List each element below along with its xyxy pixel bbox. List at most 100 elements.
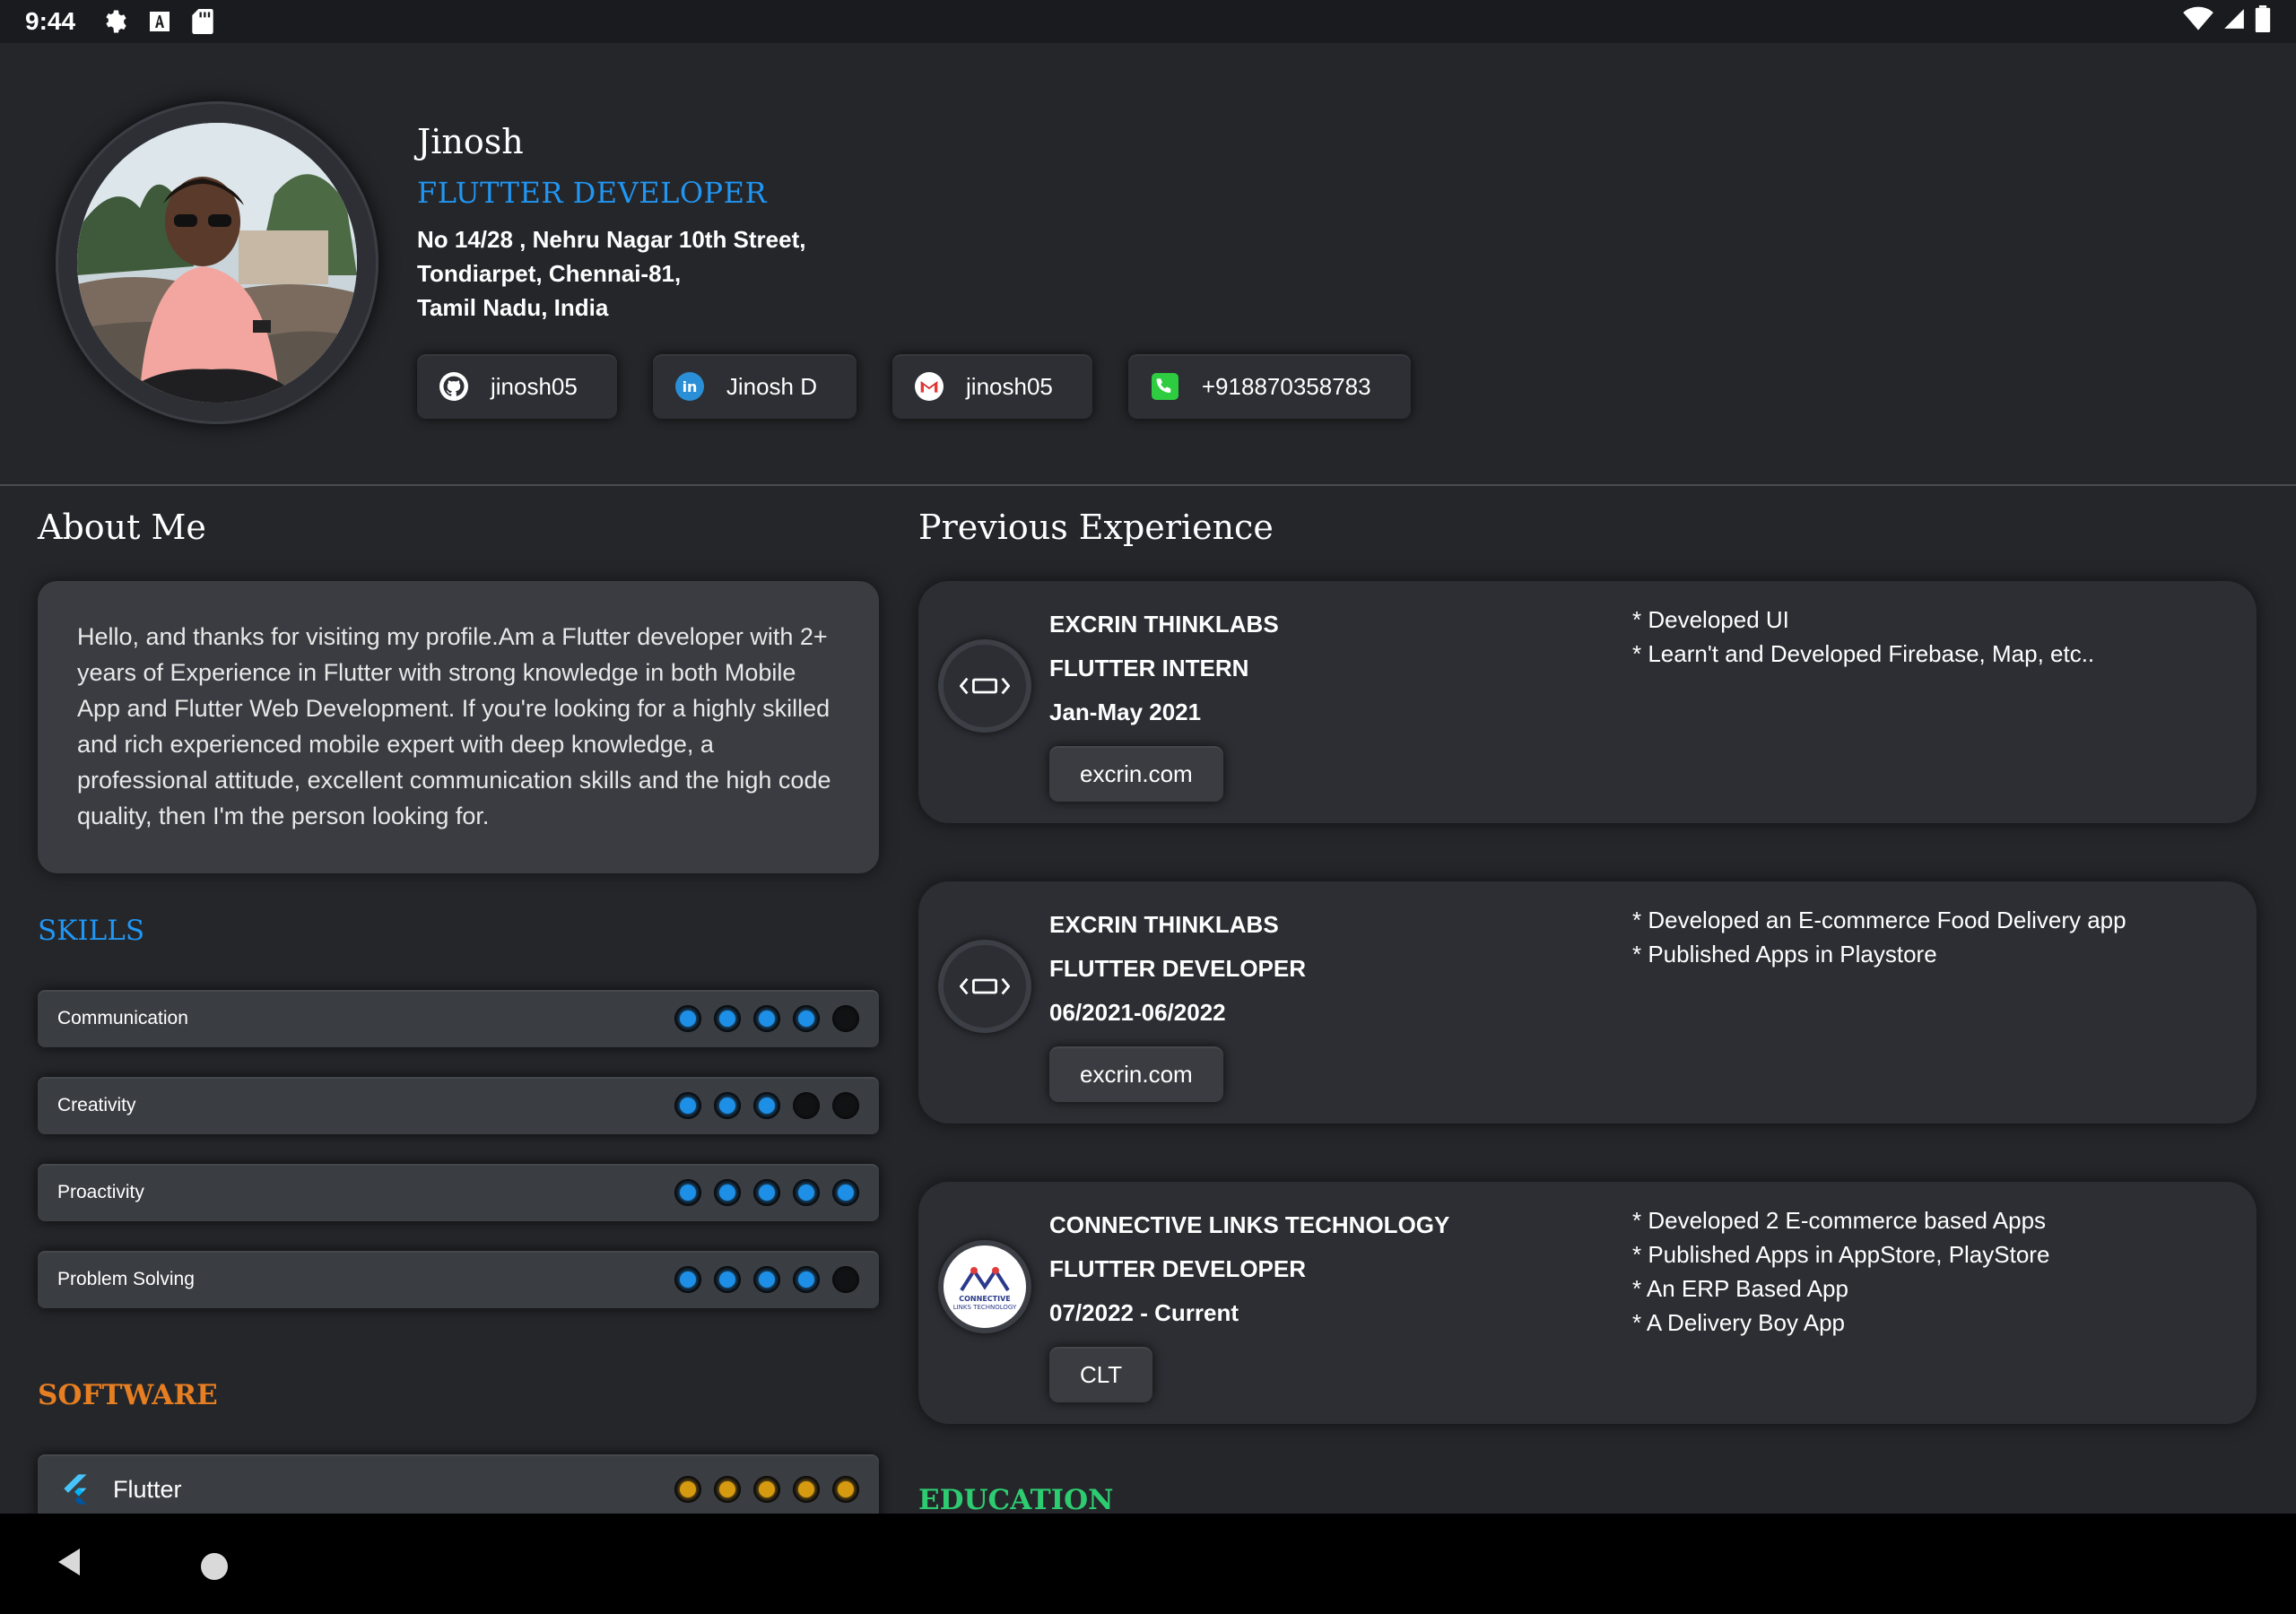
back-icon[interactable]: [56, 1546, 83, 1583]
experience-role: FLUTTER DEVELOPER: [1049, 1255, 1307, 1282]
experience-link-button[interactable]: CLT: [1049, 1347, 1153, 1402]
experience-note: * Developed UI: [1632, 606, 1789, 633]
rating-dot-filled: [674, 1179, 701, 1206]
skill-rating: [674, 1005, 859, 1032]
rating-dot-filled: [714, 1266, 741, 1293]
gmail-icon: [914, 371, 944, 402]
rating-dot-filled: [793, 1266, 820, 1293]
profile-header: Jinosh FLUTTER DEVELOPER No 14/28 , Nehr…: [0, 43, 2296, 486]
battery-icon: [2255, 4, 2271, 39]
svg-text:LINKS TECHNOLOGY: LINKS TECHNOLOGY: [953, 1304, 1017, 1311]
rating-dot-filled: [714, 1179, 741, 1206]
experience-note: * Published Apps in Playstore: [1632, 941, 1937, 968]
home-icon[interactable]: [201, 1553, 228, 1580]
rating-dot-filled: [714, 1005, 741, 1032]
skill-label: Communication: [57, 1008, 188, 1028]
flutter-icon: [64, 1474, 87, 1505]
linkedin-icon: in: [674, 371, 705, 402]
software-name: Flutter: [113, 1475, 182, 1503]
skill-row-communication: Communication: [38, 990, 879, 1047]
skill-rating: [674, 1266, 859, 1293]
rating-dot-filled: [714, 1476, 741, 1503]
profile-name: Jinosh: [417, 122, 524, 161]
phone-label: +918870358783: [1201, 372, 1371, 400]
software-rating: [674, 1476, 859, 1503]
experience-note: * A Delivery Boy App: [1632, 1309, 1846, 1336]
rating-dot-empty: [832, 1005, 859, 1032]
skill-row-creativity: Creativity: [38, 1077, 879, 1134]
experience-period: 06/2021-06/2022: [1049, 999, 1226, 1026]
status-bar: 9:44: [0, 0, 2296, 43]
experience-note: * Developed 2 E-commerce based Apps: [1632, 1207, 2047, 1234]
experience-info: EXCRIN THINKLABS FLUTTER DEVELOPER 06/20…: [1049, 903, 1306, 1035]
signal-icon: [2222, 7, 2246, 37]
rating-dot-filled: [674, 1092, 701, 1119]
rating-dot-filled: [793, 1179, 820, 1206]
about-title: About Me: [38, 508, 206, 547]
rating-dot-filled: [674, 1266, 701, 1293]
address-line-2: Tondiarpet, Chennai-81,: [417, 260, 682, 287]
about-card: Hello, and thanks for visiting my profil…: [38, 581, 879, 873]
phone-link[interactable]: +918870358783: [1127, 354, 1411, 419]
experience-note: * Published Apps in AppStore, PlayStore: [1632, 1241, 2050, 1268]
skill-rating: [674, 1179, 859, 1206]
skill-rating: [674, 1092, 859, 1119]
experience-company: EXCRIN THINKLABS: [1049, 611, 1279, 638]
experience-role: FLUTTER DEVELOPER: [1049, 955, 1307, 982]
address-line-3: Tamil Nadu, India: [417, 294, 609, 321]
gmail-label: jinosh05: [966, 372, 1053, 400]
experience-company: EXCRIN THINKLABS: [1049, 911, 1279, 938]
rating-dot-filled: [832, 1179, 859, 1206]
experience-card: EXCRIN THINKLABS FLUTTER DEVELOPER 06/20…: [918, 881, 2257, 1124]
rating-dot-empty: [793, 1092, 820, 1119]
font-a-icon: [149, 11, 170, 32]
experience-link-button[interactable]: excrin.com: [1049, 1046, 1223, 1102]
svg-text:in: in: [682, 378, 697, 395]
skill-row-problem-solving: Problem Solving: [38, 1251, 879, 1308]
rating-dot-empty: [832, 1092, 859, 1119]
rating-dot-filled: [674, 1005, 701, 1032]
connective-links-logo: CONNECTIVE LINKS TECHNOLOGY: [938, 1240, 1031, 1333]
skill-label: Proactivity: [57, 1182, 144, 1202]
experience-note: * Developed an E-commerce Food Delivery …: [1632, 907, 2126, 933]
experience-info: CONNECTIVE LINKS TECHNOLOGY FLUTTER DEVE…: [1049, 1203, 1449, 1335]
skills-title: SKILLS: [38, 915, 145, 947]
linkedin-label: Jinosh D: [726, 372, 818, 400]
skill-row-proactivity: Proactivity: [38, 1164, 879, 1221]
skill-label: Creativity: [57, 1095, 136, 1115]
software-label: Flutter: [57, 1471, 182, 1507]
contact-links: jinosh05 in Jinosh D jinosh05 +918870358…: [417, 354, 1411, 419]
rating-dot-empty: [832, 1266, 859, 1293]
experience-link-button[interactable]: excrin.com: [1049, 746, 1223, 802]
experience-role: FLUTTER INTERN: [1049, 655, 1249, 681]
gear-icon: [100, 8, 127, 35]
rating-dot-filled: [793, 1005, 820, 1032]
rating-dot-filled: [793, 1476, 820, 1503]
rating-dot-filled: [674, 1476, 701, 1503]
experience-company: CONNECTIVE LINKS TECHNOLOGY: [1049, 1211, 1450, 1238]
experience-note: * Learn't and Developed Firebase, Map, e…: [1632, 640, 2095, 667]
github-icon: [439, 371, 469, 402]
experience-notes: * Developed an E-commerce Food Delivery …: [1632, 903, 2126, 971]
avatar-ring: [56, 101, 378, 424]
wifi-icon: [2183, 6, 2213, 38]
rating-dot-filled: [753, 1476, 780, 1503]
address-line-1: No 14/28 , Nehru Nagar 10th Street,: [417, 226, 806, 253]
github-label: jinosh05: [491, 372, 578, 400]
rating-dot-filled: [753, 1092, 780, 1119]
avatar: [77, 123, 357, 403]
rating-dot-filled: [753, 1266, 780, 1293]
software-title: SOFTWARE: [38, 1379, 218, 1411]
experience-card: EXCRIN THINKLABS FLUTTER INTERN Jan-May …: [918, 581, 2257, 823]
phone-icon: [1150, 371, 1180, 402]
gmail-link[interactable]: jinosh05: [892, 354, 1092, 419]
experience-note: * An ERP Based App: [1632, 1275, 1848, 1302]
rating-dot-filled: [753, 1179, 780, 1206]
experience-period: Jan-May 2021: [1049, 699, 1202, 725]
sd-card-icon: [192, 9, 213, 34]
experience-notes: * Developed 2 E-commerce based Apps * Pu…: [1632, 1203, 2049, 1340]
education-title: EDUCATION: [918, 1484, 1114, 1516]
experience-card: CONNECTIVE LINKS TECHNOLOGY CONNECTIVE LI…: [918, 1182, 2257, 1424]
linkedin-link[interactable]: in Jinosh D: [652, 354, 857, 419]
github-link[interactable]: jinosh05: [417, 354, 617, 419]
